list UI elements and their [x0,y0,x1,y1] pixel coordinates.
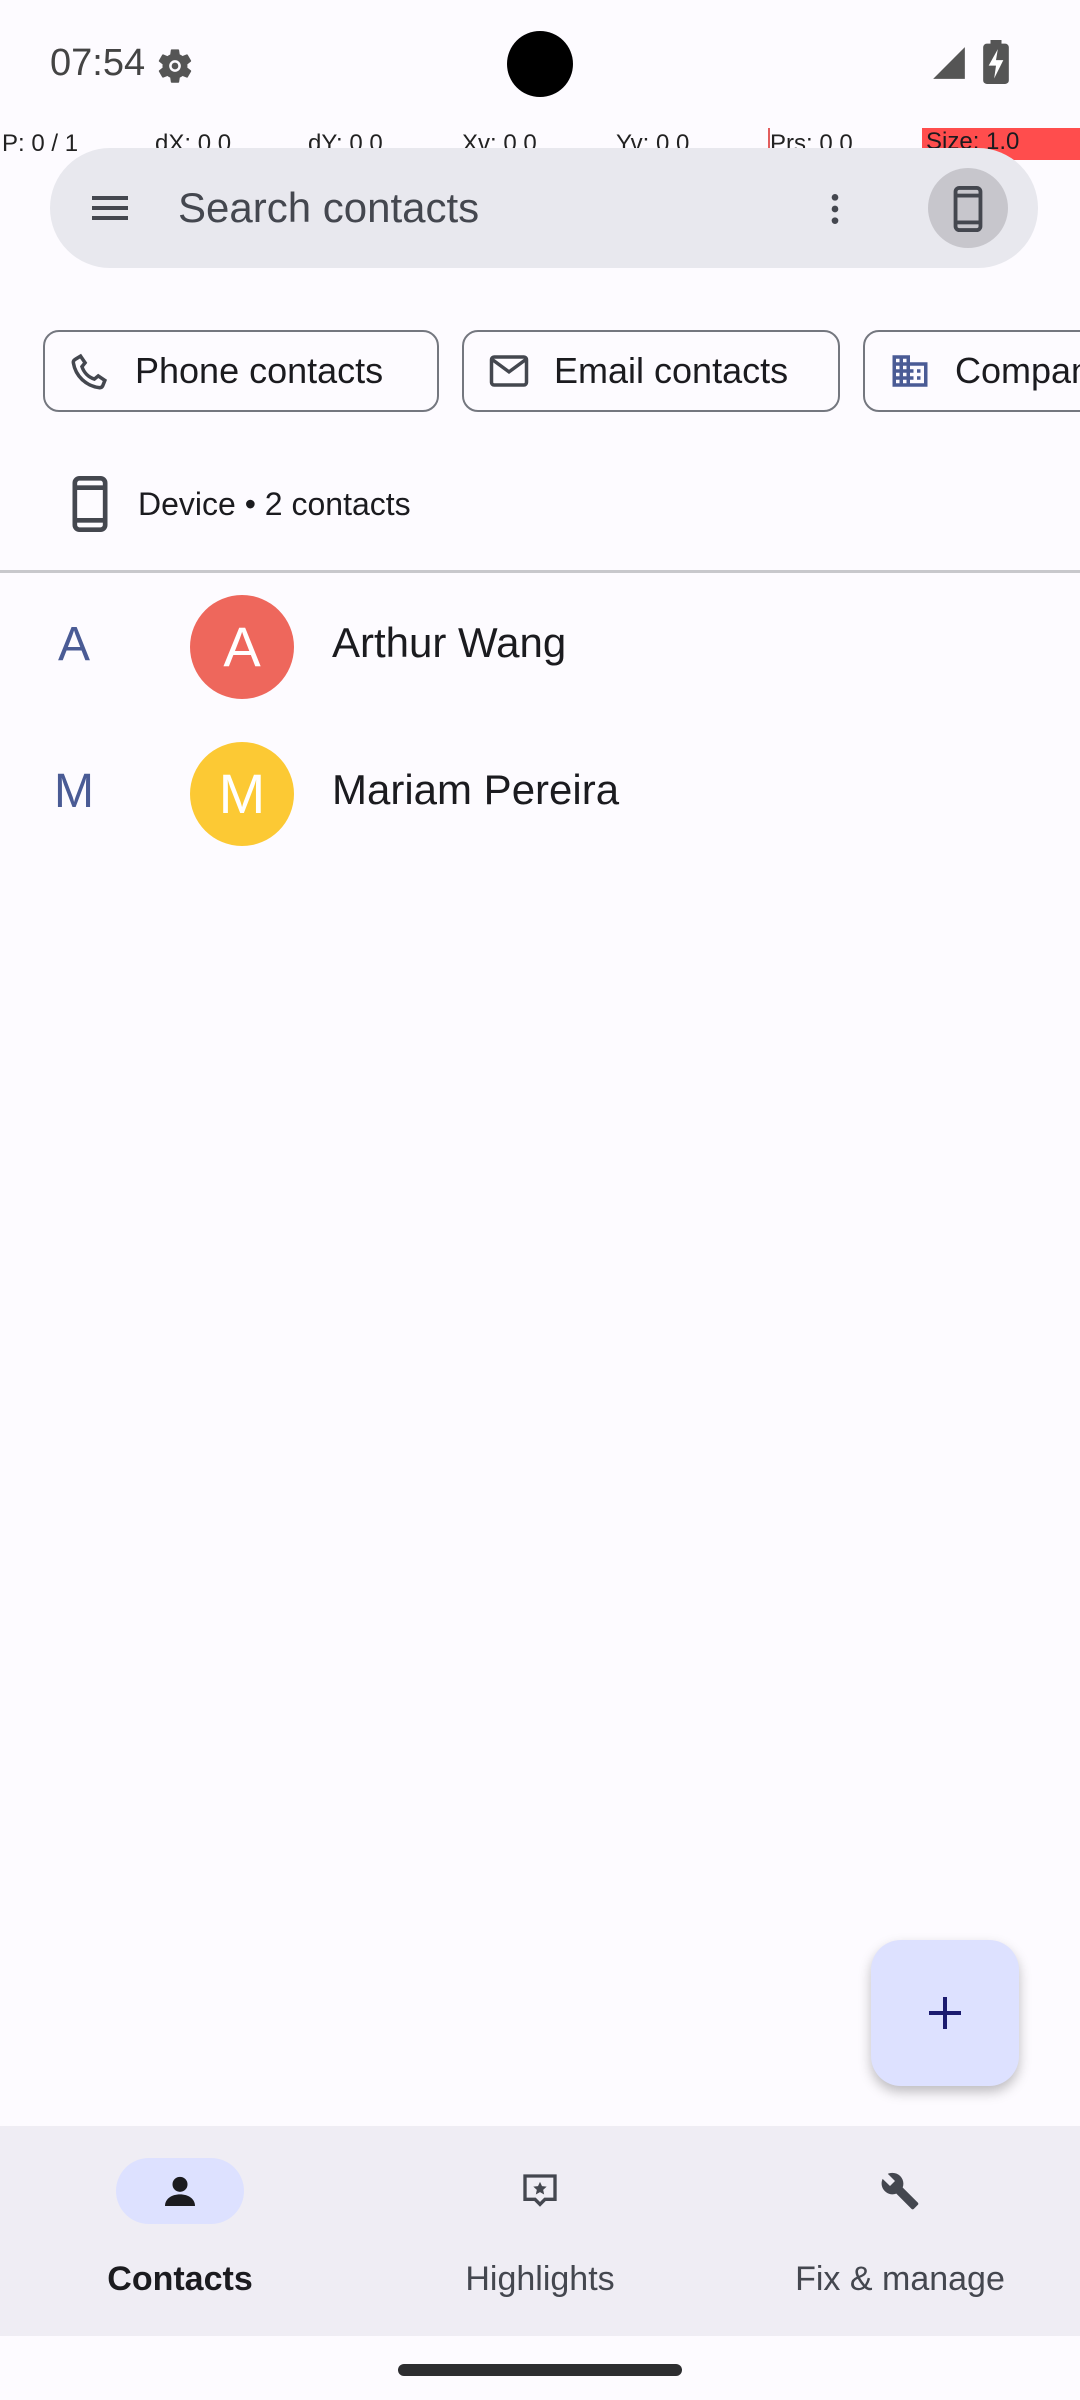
nav-indicator [476,2158,604,2224]
add-icon [929,1997,961,2029]
mail-icon [489,355,529,387]
filter-chips: Phone contacts Email contacts Company [0,330,1080,414]
nav-indicator [836,2158,964,2224]
battery-charging-icon [983,40,1009,84]
smartphone-icon [72,476,108,532]
pointer-count: P: 0 / 1 [2,130,79,157]
nav-contacts[interactable]: Contacts [0,2126,360,2336]
nav-indicator [116,2158,244,2224]
chip-company[interactable]: Company [863,330,1080,412]
camera-cutout [507,31,573,97]
phone-icon [71,353,108,390]
gear-icon [158,49,192,83]
chip-phone-contacts[interactable]: Phone contacts [43,330,439,412]
building-icon [892,355,928,387]
bottom-navigation: Contacts Highlights Fix & manage [0,2126,1080,2336]
nav-label: Contacts [107,2260,253,2298]
nav-label: Highlights [465,2260,615,2298]
contact-name: Arthur Wang [332,619,567,666]
add-contact-button[interactable] [871,1940,1019,2086]
contact-row[interactable]: A A Arthur Wang [0,575,1080,721]
status-bar: 07:54 [0,0,1080,128]
chip-label: Email contacts [554,350,789,391]
nav-highlights[interactable]: Highlights [360,2126,720,2336]
highlights-icon [523,2174,557,2207]
status-time: 07:54 [50,42,146,84]
person-icon [165,2176,195,2206]
index-letter: A [57,618,90,671]
menu-icon[interactable] [85,184,135,232]
contact-row[interactable]: M M Mariam Pereira [0,722,1080,868]
smartphone-icon [953,186,983,232]
more-vert-icon[interactable] [815,184,855,234]
chip-label: Phone contacts [135,350,384,391]
account-button[interactable] [928,168,1008,248]
divider [0,570,1080,573]
chip-label: Company [955,350,1080,391]
nav-label: Fix & manage [795,2260,1005,2298]
index-letter: M [54,765,94,818]
account-label: Device • 2 contacts [138,486,411,522]
avatar: M [190,742,294,846]
avatar: A [190,595,294,699]
wrench-icon [881,2172,919,2210]
chip-email-contacts[interactable]: Email contacts [462,330,840,412]
contact-name: Mariam Pereira [332,766,620,813]
signal-icon [933,47,965,79]
account-selector[interactable]: Device • 2 contacts [0,436,494,572]
nav-fix-manage[interactable]: Fix & manage [720,2126,1080,2336]
search-input[interactable] [178,178,698,238]
gesture-handle[interactable] [398,2364,682,2376]
search-bar[interactable] [50,148,1038,268]
